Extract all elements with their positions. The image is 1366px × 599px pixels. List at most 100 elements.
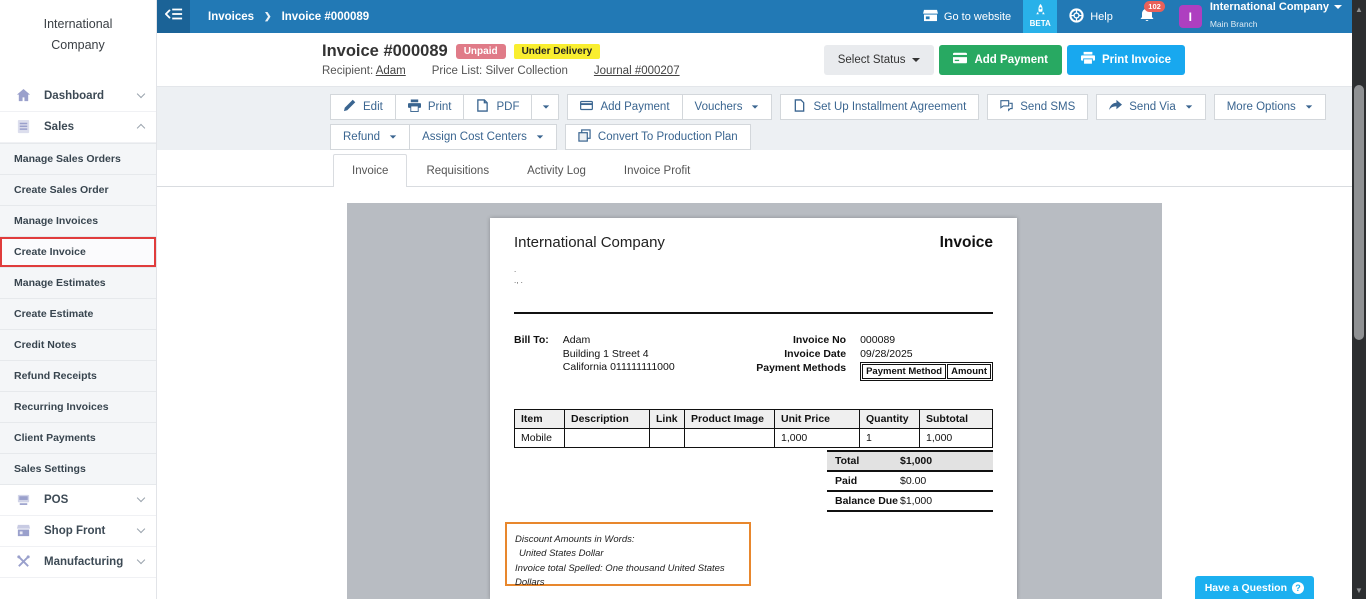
under-delivery-status-badge: Under Delivery [514,44,601,59]
tab-requisitions[interactable]: Requisitions [407,154,508,186]
pdf-dropdown-button[interactable] [531,94,559,120]
pos-terminal-icon [14,491,32,509]
total-row: Total $1,000 [827,452,993,472]
printer-icon [408,99,421,115]
pdf-button[interactable]: PDF [463,94,532,120]
sidebar-item-credit-notes[interactable]: Credit Notes [0,330,156,361]
vertical-scrollbar[interactable]: ▲ ▼ [1352,0,1366,599]
help-link[interactable]: Help [1057,0,1125,33]
have-a-question-button[interactable]: Have a Question ? [1195,576,1314,599]
chevron-down-icon [137,90,145,98]
go-to-website-link[interactable]: Go to website [911,0,1023,33]
send-sms-button[interactable]: Send SMS [987,94,1088,120]
chat-icon [1000,99,1013,115]
sidebar-item-shop-front[interactable]: Shop Front [0,516,156,547]
bill-to-section: Bill To: Adam Building 1 Street 4 Califo… [514,334,993,381]
vouchers-dropdown-button[interactable]: Vouchers [682,94,773,120]
sidebar-item-refund-receipts[interactable]: Refund Receipts [0,361,156,392]
select-status-button[interactable]: Select Status [824,45,935,75]
breadcrumb-separator-icon: ❯ [264,11,272,22]
collapse-sidebar-button[interactable] [157,0,190,33]
sidebar-item-manufacturing[interactable]: Manufacturing [0,547,156,578]
paid-row: Paid $0.00 [827,472,993,492]
chevron-down-icon [752,105,758,108]
sidebar-item-label: Manufacturing [44,556,138,568]
credit-card-icon [953,51,967,68]
sidebar-item-sales-settings[interactable]: Sales Settings [0,454,156,485]
invoice-preview-area: International Company Invoice . ., . Bil… [157,187,1352,599]
chevron-down-icon [137,525,145,533]
chevron-down-icon [537,135,543,138]
unpaid-status-badge: Unpaid [456,44,506,59]
print-invoice-button[interactable]: Print Invoice [1067,45,1185,75]
invoice-date-value: 09/28/2025 [860,348,993,360]
add-payment-button[interactable]: Add Payment [939,45,1062,75]
recipient-link[interactable]: Adam [376,65,406,77]
sidebar-item-create-sales-order[interactable]: Create Sales Order [0,175,156,206]
sidebar-item-label: Dashboard [44,90,138,102]
breadcrumb: Invoices ❯ Invoice #000089 [208,0,369,33]
company-logo[interactable]: International Company [0,0,156,71]
chevron-down-icon [1306,105,1312,108]
avatar: I [1179,5,1202,28]
invoice-meta: Invoice No 000089 Invoice Date 09/28/202… [756,334,993,381]
invoice-page-header: Invoice #000089 Unpaid Under Delivery Re… [157,33,1352,86]
sidebar-item-pos[interactable]: POS [0,485,156,516]
invoice-items-table: Item Description Link Product Image Unit… [514,409,993,448]
doc-company-address: . ., . [514,264,993,286]
scroll-down-arrow[interactable]: ▼ [1352,583,1366,597]
storefront-icon [14,522,32,540]
table-row: Mobile 1,000 1 1,000 [515,429,993,448]
edit-button[interactable]: Edit [330,94,396,120]
sidebar-item-manage-invoices[interactable]: Manage Invoices [0,206,156,237]
bill-to-address: Adam Building 1 Street 4 California 0111… [563,334,675,381]
scroll-up-arrow[interactable]: ▲ [1352,2,1366,16]
sidebar-item-dashboard[interactable]: Dashboard [0,81,156,112]
sidebar-item-label: Sales [44,121,138,133]
share-arrow-icon [1109,99,1122,115]
account-menu[interactable]: I International Company Main Branch [1169,0,1352,33]
payment-methods-table: Payment Method Amount [860,362,993,381]
sidebar-item-sales[interactable]: Sales [0,112,156,143]
pencil-icon [343,99,356,115]
installment-agreement-button[interactable]: Set Up Installment Agreement [780,94,979,120]
chevron-down-icon [137,494,145,502]
header-actions: Select Status Add Payment Print Invoice [824,45,1185,75]
divider [514,312,993,314]
notifications-button[interactable]: 102 [1125,0,1169,33]
sidebar-item-manage-sales-orders[interactable]: Manage Sales Orders [0,144,156,175]
storefront-icon [923,9,938,25]
journal-link[interactable]: Journal #000207 [594,65,680,77]
recipient-line: Recipient: Adam [322,65,406,77]
chevron-down-icon [1334,5,1342,9]
print-button[interactable]: Print [395,94,465,120]
tab-activity-log[interactable]: Activity Log [508,154,605,186]
preview-gray-panel: International Company Invoice . ., . Bil… [347,203,1162,599]
invoice-paper: International Company Invoice . ., . Bil… [490,218,1017,599]
scrollbar-thumb[interactable] [1354,85,1364,340]
sidebar-item-recurring-invoices[interactable]: Recurring Invoices [0,392,156,423]
sidebar-item-create-estimate[interactable]: Create Estimate [0,299,156,330]
sales-submenu: Manage Sales Orders Create Sales Order M… [0,143,156,485]
tab-invoice-profit[interactable]: Invoice Profit [605,154,709,186]
tab-invoice[interactable]: Invoice [333,154,407,186]
sidebar-item-manage-estimates[interactable]: Manage Estimates [0,268,156,299]
toolbar-add-payment-button[interactable]: Add Payment [567,94,682,120]
refund-dropdown-button[interactable]: Refund [330,124,410,150]
question-mark-icon: ? [1292,582,1304,594]
assign-cost-centers-dropdown-button[interactable]: Assign Cost Centers [409,124,557,150]
convert-to-production-plan-button[interactable]: Convert To Production Plan [565,124,751,150]
credit-card-icon [580,99,593,115]
account-info: International Company Main Branch [1210,1,1342,32]
sidebar-item-client-payments[interactable]: Client Payments [0,423,156,454]
more-options-dropdown-button[interactable]: More Options [1214,94,1326,120]
chevron-down-icon [912,58,920,62]
doc-company-name: International Company [514,234,665,251]
breadcrumb-invoices[interactable]: Invoices [208,11,254,23]
send-via-dropdown-button[interactable]: Send Via [1096,94,1205,120]
pdf-file-icon [476,99,489,115]
topbar: Invoices ❯ Invoice #000089 Go to website… [157,0,1352,33]
chevron-down-icon [390,135,396,138]
beta-button[interactable]: BETA [1023,0,1057,33]
sidebar-item-create-invoice[interactable]: Create Invoice [0,237,156,268]
